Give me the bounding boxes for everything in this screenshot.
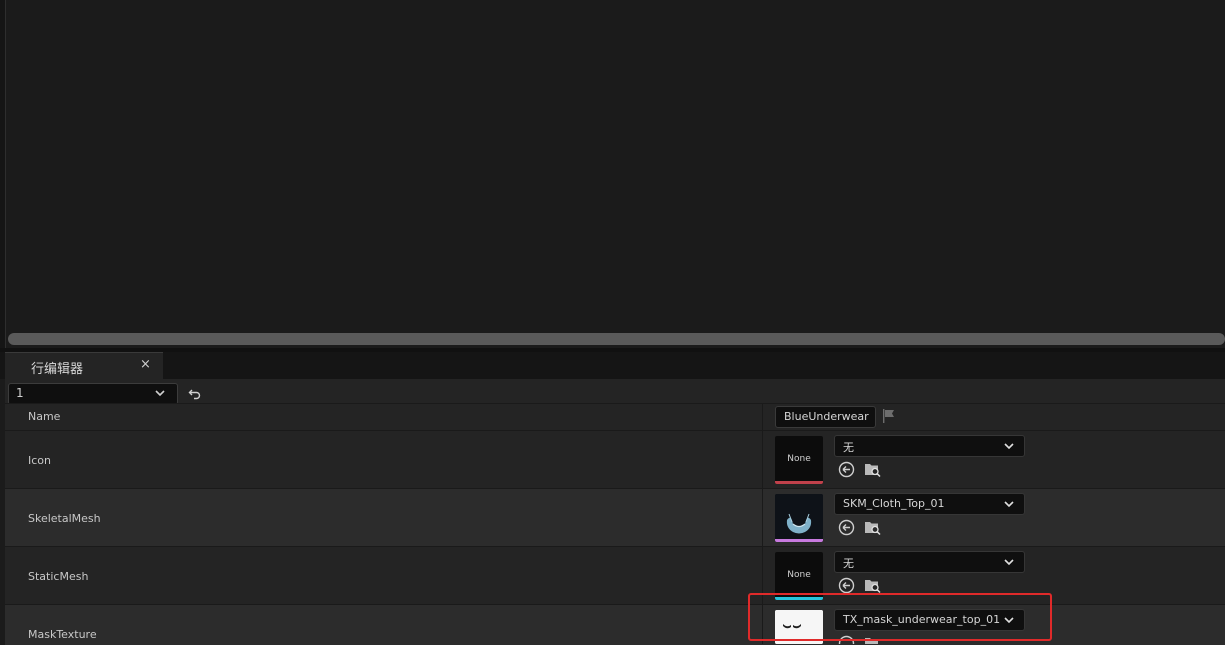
asset-picker-dropdown[interactable]: 无 [834, 551, 1025, 573]
name-field-value: BlueUnderwear [784, 410, 869, 423]
name-field[interactable]: BlueUnderwear [775, 406, 876, 428]
horizontal-scrollbar[interactable] [8, 333, 1225, 345]
property-row-name: Name [5, 403, 1225, 431]
property-label: StaticMesh [28, 570, 89, 583]
chevron-down-icon [155, 390, 165, 397]
browse-asset-icon[interactable] [864, 461, 881, 478]
reset-icon[interactable] [188, 387, 202, 401]
browse-asset-icon[interactable] [864, 519, 881, 536]
use-selected-asset-icon[interactable] [838, 519, 855, 536]
viewport-left-edge [0, 0, 6, 348]
tab-row-editor[interactable]: 行编辑器 × [5, 352, 163, 380]
row-selector-value: 1 [16, 386, 24, 400]
thumbnail-none-label: None [787, 454, 811, 464]
asset-type-bar [775, 539, 823, 542]
asset-picker-value: 无 [843, 557, 854, 570]
row-selector-dropdown[interactable]: 1 [8, 383, 178, 405]
property-row-skeletal-mesh: SkeletalMesh [5, 488, 1225, 547]
mesh-preview-image [775, 494, 823, 542]
use-selected-asset-icon[interactable] [838, 461, 855, 478]
thumbnail-none-label: None [787, 570, 811, 580]
property-label: MaskTexture [28, 628, 97, 641]
highlight-annotation-box [748, 593, 1052, 641]
chevron-down-icon [1004, 443, 1014, 450]
viewport[interactable] [0, 0, 1225, 348]
chevron-down-icon [1004, 559, 1014, 566]
tab-title: 行编辑器 [31, 362, 84, 377]
property-label: SkeletalMesh [28, 512, 101, 525]
asset-picker-value: 无 [843, 441, 854, 454]
asset-picker-dropdown[interactable]: 无 [834, 435, 1025, 457]
chevron-down-icon [1004, 501, 1014, 508]
asset-picker-dropdown[interactable]: SKM_Cloth_Top_01 [834, 493, 1025, 515]
close-icon[interactable]: × [140, 357, 151, 372]
asset-thumbnail[interactable]: None [775, 436, 823, 484]
use-selected-asset-icon[interactable] [838, 577, 855, 594]
browse-asset-icon[interactable] [864, 577, 881, 594]
asset-thumbnail[interactable] [775, 494, 823, 542]
property-label: Name [28, 410, 61, 423]
asset-type-bar [775, 481, 823, 484]
flag-icon[interactable] [881, 408, 897, 424]
asset-picker-value: SKM_Cloth_Top_01 [843, 497, 945, 510]
tab-bar [0, 352, 1225, 379]
property-row-icon: Icon [5, 430, 1225, 489]
property-label: Icon [28, 454, 51, 467]
